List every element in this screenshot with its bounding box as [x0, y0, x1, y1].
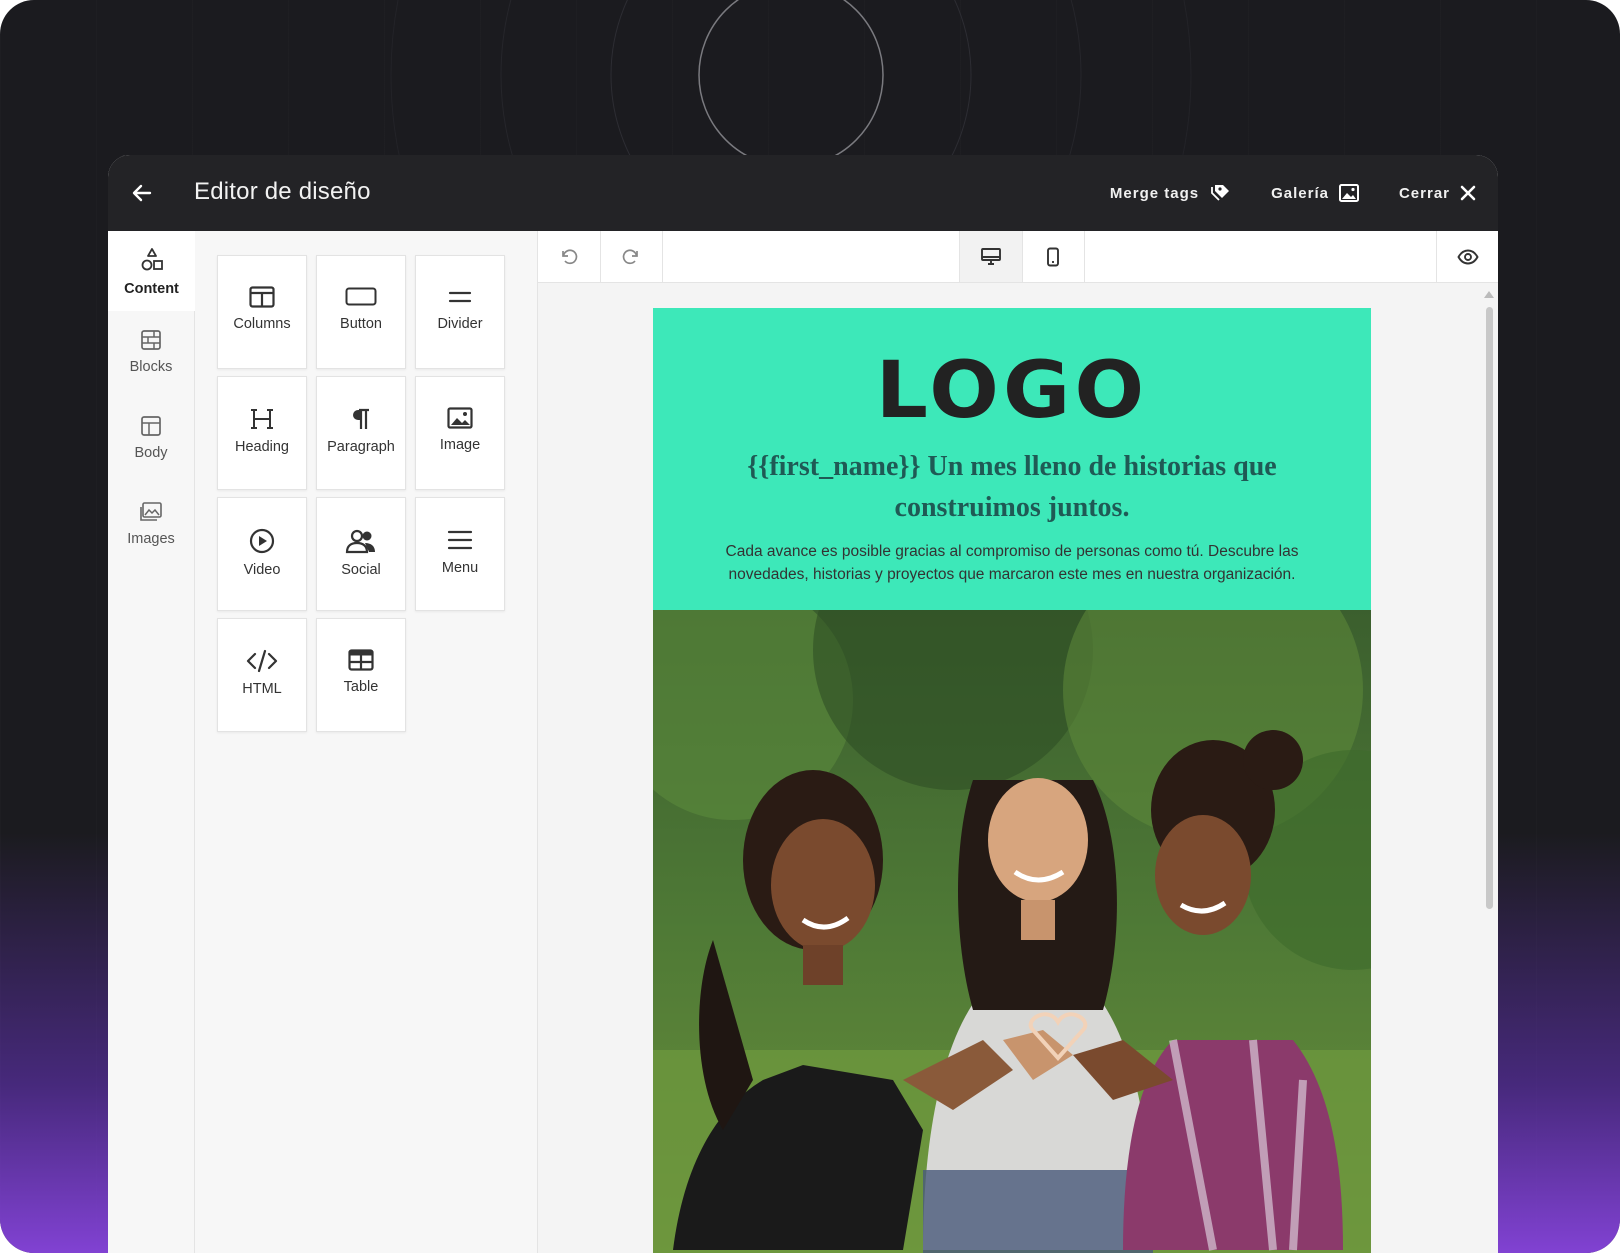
blocks-icon: [141, 330, 161, 350]
rail-item-blocks[interactable]: Blocks: [108, 321, 194, 401]
tool-label: Paragraph: [327, 439, 395, 455]
tool-social[interactable]: Social: [316, 497, 406, 611]
top-actions: Merge tags Galería Cerrar: [1110, 155, 1476, 231]
tool-button[interactable]: Button: [316, 255, 406, 369]
social-icon: [345, 529, 375, 554]
gallery-label: Galería: [1271, 184, 1329, 202]
photo-illustration: [653, 610, 1371, 1253]
divider-icon: [448, 291, 472, 303]
tag-icon: [1211, 185, 1230, 201]
rail-item-content[interactable]: Content: [108, 231, 204, 311]
layout-icon: [141, 416, 161, 436]
image-icon: [447, 407, 473, 429]
tool-columns[interactable]: Columns: [217, 255, 307, 369]
undo-button[interactable]: [538, 231, 601, 282]
close-icon: [1460, 185, 1476, 201]
merge-tags-button[interactable]: Merge tags: [1110, 183, 1231, 203]
tool-label: Table: [343, 679, 379, 695]
canvas-toolbar: [538, 231, 1498, 283]
email-preview[interactable]: LOGO {{first_name}} Un mes lleno de hist…: [653, 308, 1371, 1253]
scroll-thumb[interactable]: [1486, 307, 1493, 909]
rail-label-body: Body: [134, 445, 168, 461]
tool-label: Social: [341, 562, 381, 578]
video-icon: [249, 528, 275, 554]
desktop-view-button[interactable]: [959, 231, 1023, 282]
email-hero-photo[interactable]: [653, 610, 1371, 1253]
rail-item-images[interactable]: Images: [108, 493, 194, 573]
button-icon: [345, 287, 377, 306]
tool-label: Button: [340, 316, 382, 332]
gallery-button[interactable]: Galería: [1271, 184, 1359, 202]
mobile-view-button[interactable]: [1022, 231, 1085, 282]
email-hero[interactable]: LOGO {{first_name}} Un mes lleno de hist…: [653, 308, 1371, 610]
tool-image[interactable]: Image: [415, 376, 505, 490]
code-icon: [246, 649, 278, 673]
undo-icon: [562, 249, 578, 264]
mobile-icon: [1047, 247, 1059, 266]
menu-icon: [447, 530, 473, 550]
rail-label-images: Images: [127, 531, 175, 547]
tool-label: Heading: [234, 439, 289, 455]
table-icon: [348, 649, 374, 671]
rail-label-content: Content: [124, 281, 179, 297]
email-logo: LOGO: [875, 346, 1149, 436]
side-rail: Content Blocks Body Images: [108, 231, 204, 1253]
tool-label: Columns: [233, 316, 291, 332]
paragraph-icon: [353, 408, 369, 429]
eye-icon: [1457, 249, 1479, 264]
tool-label: Video: [243, 562, 281, 578]
canvas-scrollbar[interactable]: [1484, 289, 1494, 1249]
tool-paragraph[interactable]: Paragraph: [316, 376, 406, 490]
tool-label: Divider: [437, 316, 483, 332]
redo-icon: [622, 249, 638, 264]
topbar: Editor de diseño Merge tags Galería Cerr…: [108, 155, 1498, 231]
tool-html[interactable]: HTML: [217, 618, 307, 732]
tool-label: Menu: [441, 560, 479, 576]
rail-item-body[interactable]: Body: [108, 407, 194, 487]
merge-tags-label: Merge tags: [1109, 184, 1200, 202]
desktop-icon: [981, 247, 1001, 265]
shapes-icon: [141, 248, 163, 271]
back-button[interactable]: [130, 181, 154, 205]
page-title: Editor de diseño: [194, 178, 371, 205]
content-tools-panel: Columns Button Divider Heading Paragraph…: [195, 231, 538, 1253]
tool-video[interactable]: Video: [217, 497, 307, 611]
preview-button[interactable]: [1436, 231, 1498, 282]
editor-window: Editor de diseño Merge tags Galería Cerr…: [108, 155, 1498, 1253]
tool-divider[interactable]: Divider: [415, 255, 505, 369]
redo-button[interactable]: [600, 231, 663, 282]
image-icon: [1338, 184, 1359, 202]
images-icon: [140, 502, 162, 521]
rail-label-blocks: Blocks: [129, 359, 173, 375]
heading-icon: [251, 409, 273, 429]
columns-icon: [249, 286, 275, 308]
tool-label: Image: [439, 437, 481, 453]
canvas-area: LOGO {{first_name}} Un mes lleno de hist…: [538, 231, 1498, 1253]
tool-table[interactable]: Table: [316, 618, 406, 732]
tool-label: HTML: [242, 681, 282, 697]
email-body-text: Cada avance es posible gracias al compro…: [725, 543, 1299, 583]
arrow-left-icon: [132, 184, 152, 202]
email-headline: {{first_name}} Un mes lleno de historias…: [747, 451, 1277, 523]
close-label: Cerrar: [1398, 184, 1450, 202]
scroll-up-arrow[interactable]: [1484, 291, 1494, 298]
tool-menu[interactable]: Menu: [415, 497, 505, 611]
tool-heading[interactable]: Heading: [217, 376, 307, 490]
close-button[interactable]: Cerrar: [1399, 185, 1476, 202]
